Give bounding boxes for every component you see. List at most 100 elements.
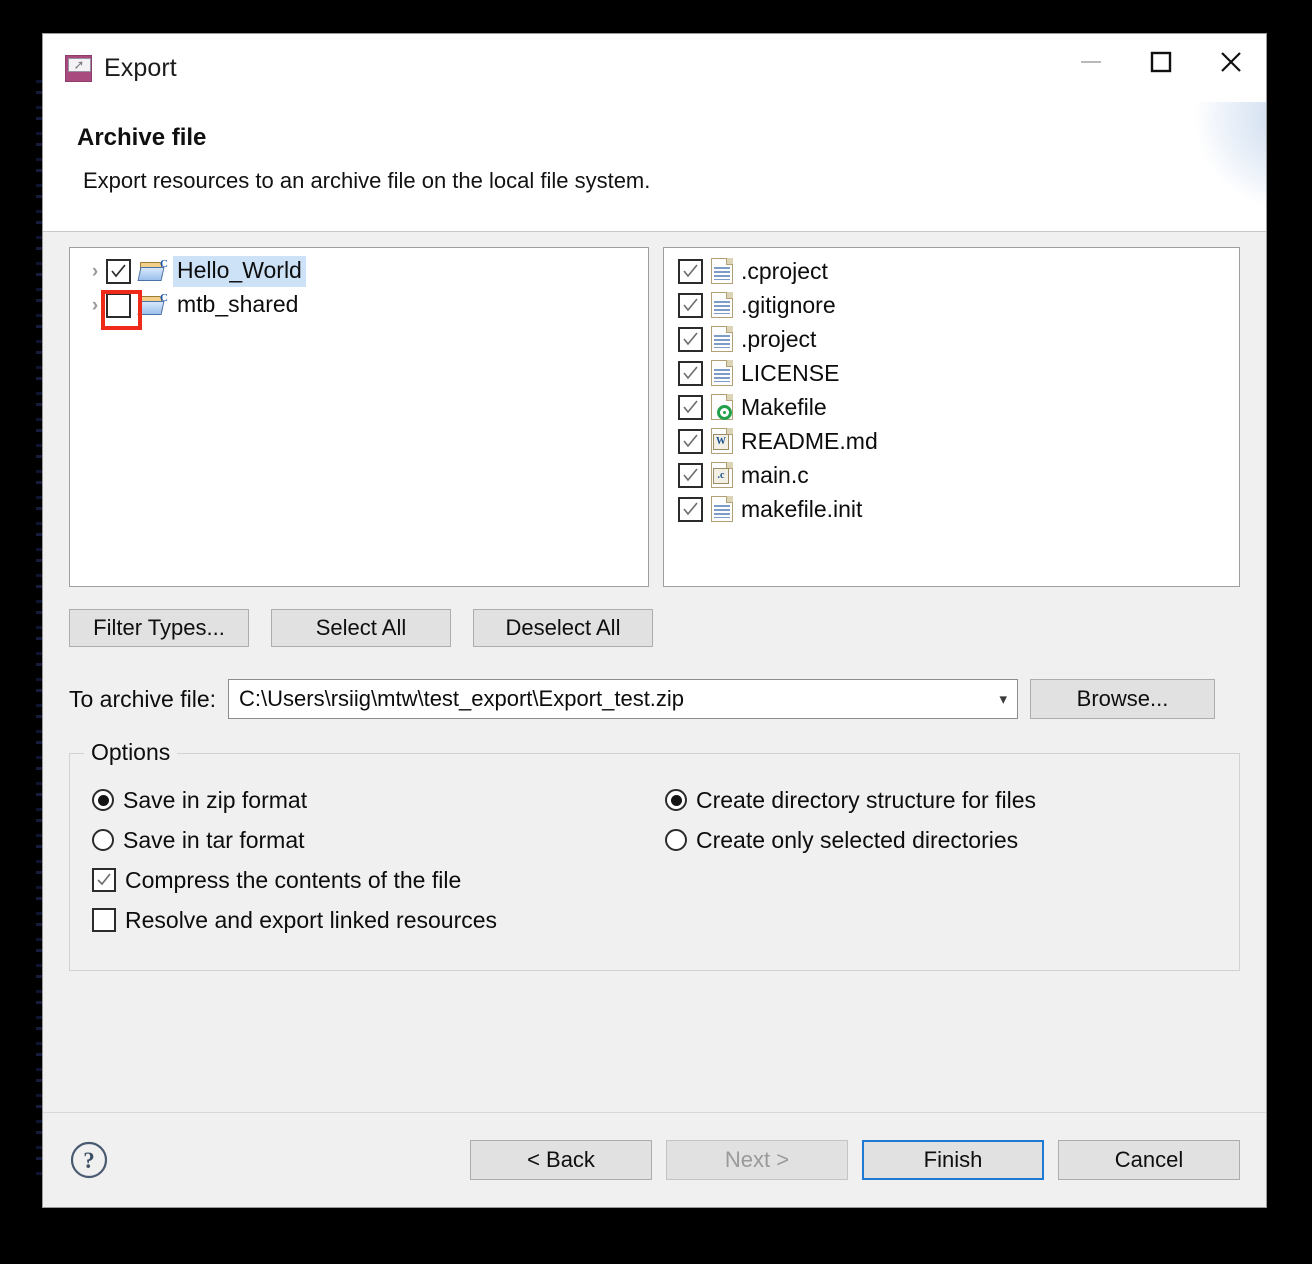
c-project-folder-icon: C [137,292,168,317]
file-badge: .c [713,468,729,484]
file-checkbox[interactable] [678,428,703,454]
wizard-buttons: < Back Next > Finish Cancel [470,1140,1240,1180]
list-item[interactable]: .c main.c [664,458,1239,492]
c-project-folder-icon: C [137,258,168,283]
project-tree[interactable]: › C Hello_World › C mtb_shared [69,247,649,587]
page-banner: Archive file Export resources to an arch… [43,102,1266,232]
file-name: LICENSE [741,359,840,386]
option-label: Compress the contents of the file [125,866,462,893]
word-doc-icon: W [711,428,733,454]
file-name: main.c [741,461,809,488]
file-name: makefile.init [741,495,863,522]
export-dialog: ➚ Export Archive file Export resources t… [42,33,1267,1208]
file-badge: W [713,434,729,450]
c-source-icon: .c [711,462,733,488]
radio-icon[interactable] [665,829,687,851]
title-bar: ➚ Export [43,34,1266,102]
svg-text:?: ? [83,1148,95,1173]
window-title: Export [104,53,177,82]
list-item[interactable]: .project [664,322,1239,356]
file-checkbox[interactable] [678,258,703,284]
dialog-footer: ? < Back Next > Finish Cancel [43,1112,1266,1207]
chevron-right-icon[interactable]: › [84,262,106,281]
file-name: README.md [741,427,878,454]
file-icon [711,292,733,318]
window-controls [1056,34,1266,102]
tree-item-label: mtb_shared [177,290,299,317]
archive-clamp-document-icon [1091,102,1266,231]
option-resolve-linked[interactable]: Resolve and export linked resources [92,900,665,940]
archive-file-input[interactable]: C:\Users\rsiig\mtw\test_export\Export_te… [239,686,991,712]
finish-button[interactable]: Finish [862,1140,1044,1180]
back-button[interactable]: < Back [470,1140,652,1180]
makefile-gear-icon [711,394,733,420]
filter-types-button[interactable]: Filter Types... [69,609,249,647]
list-item[interactable]: .gitignore [664,288,1239,322]
minimize-icon[interactable] [1056,34,1126,90]
tree-item-checkbox[interactable] [106,258,131,284]
file-checkbox[interactable] [678,462,703,488]
page-title: Archive file [77,124,207,151]
select-all-button[interactable]: Select All [271,609,451,647]
list-item[interactable]: LICENSE [664,356,1239,390]
options-left-column: Save in zip format Save in tar format Co… [70,780,665,940]
export-icon: ➚ [65,54,92,82]
browse-button[interactable]: Browse... [1030,679,1216,719]
option-label: Save in tar format [123,826,305,853]
radio-icon[interactable] [92,829,114,851]
option-save-zip[interactable]: Save in zip format [92,780,665,820]
tree-item-checkbox[interactable] [106,292,131,318]
selection-button-row: Filter Types... Select All Deselect All [69,609,1240,647]
option-create-only-selected[interactable]: Create only selected directories [665,820,1036,860]
file-name: Makefile [741,393,827,420]
option-label: Create directory structure for files [696,786,1037,813]
chevron-right-icon[interactable]: › [84,296,106,315]
option-save-tar[interactable]: Save in tar format [92,820,665,860]
options-legend: Options [84,739,178,766]
file-checkbox[interactable] [678,292,703,318]
archive-file-row: To archive file: C:\Users\rsiig\mtw\test… [69,679,1240,719]
file-icon [711,258,733,284]
file-name: .cproject [741,257,828,284]
cancel-button[interactable]: Cancel [1058,1140,1240,1180]
file-name: .gitignore [741,291,836,318]
close-icon[interactable] [1196,34,1266,90]
file-checkbox[interactable] [678,496,703,522]
file-list[interactable]: .cproject .gitignore .project LICENSE Ma… [663,247,1240,587]
archive-file-combo[interactable]: C:\Users\rsiig\mtw\test_export\Export_te… [228,679,1019,719]
tree-row[interactable]: › C mtb_shared [70,288,648,330]
list-item[interactable]: makefile.init [664,492,1239,526]
list-item[interactable]: .cproject [664,254,1239,288]
chevron-down-icon[interactable]: ▾ [991,690,1007,708]
page-description: Export resources to an archive file on t… [83,168,651,193]
deselect-all-button[interactable]: Deselect All [473,609,653,647]
resource-selection-panes: › C Hello_World › C mtb_shared .cproject… [69,232,1240,587]
option-create-directory-structure[interactable]: Create directory structure for files [665,780,1036,820]
tree-row[interactable]: › C Hello_World [70,254,648,288]
archive-file-label: To archive file: [69,685,217,712]
list-item[interactable]: W README.md [664,424,1239,458]
tree-item-label: Hello_World [173,255,306,287]
file-icon [711,360,733,386]
file-icon [711,496,733,522]
option-label: Create only selected directories [696,826,1019,853]
maximize-icon[interactable] [1126,34,1196,90]
checkbox-icon[interactable] [92,868,116,892]
dialog-body: › C Hello_World › C mtb_shared .cproject… [43,232,1266,1112]
radio-icon[interactable] [665,789,687,811]
radio-icon[interactable] [92,789,114,811]
file-checkbox[interactable] [678,394,703,420]
option-compress-contents[interactable]: Compress the contents of the file [92,860,665,900]
help-question-icon[interactable]: ? [69,1140,109,1180]
option-label: Save in zip format [123,786,308,813]
next-button: Next > [666,1140,848,1180]
file-checkbox[interactable] [678,326,703,352]
options-right-column: Create directory structure for files Cre… [665,780,1036,940]
file-icon [711,326,733,352]
checkbox-icon[interactable] [92,908,116,932]
options-group: Options Save in zip format Save in tar f… [69,739,1240,971]
file-name: .project [741,325,817,352]
option-label: Resolve and export linked resources [125,906,498,933]
file-checkbox[interactable] [678,360,703,386]
list-item[interactable]: Makefile [664,390,1239,424]
